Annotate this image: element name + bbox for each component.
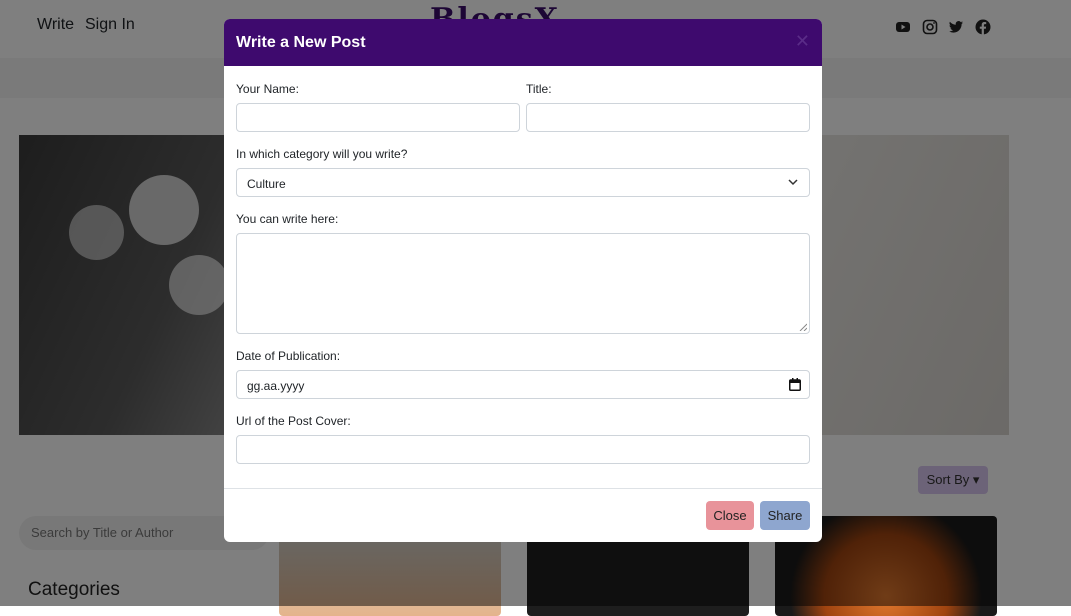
category-label: In which category will you write? xyxy=(236,147,408,161)
write-post-modal: Write a New Post ✕ Your Name: Title: In … xyxy=(224,19,822,542)
content-textarea[interactable] xyxy=(236,233,810,334)
content-label: You can write here: xyxy=(236,212,339,226)
category-selected-value: Culture xyxy=(247,177,286,191)
close-icon[interactable]: ✕ xyxy=(795,32,810,50)
modal-header: Write a New Post ✕ xyxy=(224,19,822,66)
chevron-down-icon xyxy=(788,179,798,186)
name-label: Your Name: xyxy=(236,82,299,96)
close-button[interactable]: Close xyxy=(706,501,754,530)
cover-url-input[interactable] xyxy=(236,435,810,464)
calendar-icon[interactable] xyxy=(789,378,801,391)
category-select[interactable]: Culture xyxy=(236,168,810,197)
share-button[interactable]: Share xyxy=(760,501,810,530)
date-input[interactable]: gg.aa.yyyy xyxy=(236,370,810,399)
modal-footer-divider xyxy=(224,488,822,489)
resize-handle-icon[interactable] xyxy=(799,323,807,331)
date-label: Date of Publication: xyxy=(236,349,341,363)
date-value: gg.aa.yyyy xyxy=(247,379,305,393)
title-input[interactable] xyxy=(526,103,810,132)
name-input[interactable] xyxy=(236,103,520,132)
modal-title: Write a New Post xyxy=(236,34,366,51)
cover-url-label: Url of the Post Cover: xyxy=(236,414,351,428)
title-label: Title: xyxy=(526,82,552,96)
